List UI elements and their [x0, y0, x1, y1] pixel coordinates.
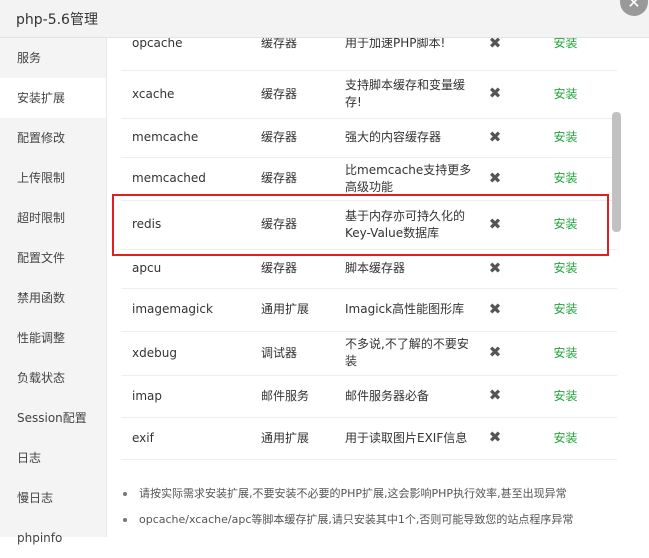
sidebar-item-service[interactable]: 服务	[0, 38, 106, 78]
sidebar-item-load-status[interactable]: 负载状态	[0, 358, 106, 398]
sidebar-item-disabled-functions[interactable]: 禁用函数	[0, 278, 106, 318]
sidebar-item-config-edit[interactable]: 配置修改	[0, 118, 106, 158]
table-row: apcu 缓存器 脚本缓存器 ✖ 安装	[121, 249, 617, 289]
extension-name: opcache	[121, 38, 250, 71]
extension-description: Imagick高性能图形库	[334, 288, 476, 332]
extension-type: 通用扩展	[250, 417, 334, 460]
sidebar-item-slow-log[interactable]: 慢日志	[0, 478, 106, 518]
table-row: exif 通用扩展 用于读取图片EXIF信息 ✖ 安装	[121, 417, 617, 460]
table-row: xdebug 调试器 不多说,不了解的不要安装 ✖ 安装	[121, 331, 617, 376]
extension-type: 缓存器	[250, 200, 334, 250]
extension-description: 邮件服务器必备	[334, 375, 476, 418]
install-button[interactable]: 安装	[553, 389, 577, 403]
extension-name: xdebug	[121, 331, 250, 376]
sidebar-item-config-file[interactable]: 配置文件	[0, 238, 106, 278]
extension-description	[334, 459, 476, 470]
extension-type: 邮件服务	[250, 375, 334, 418]
extension-description: 不多说,不了解的不要安装	[334, 331, 476, 376]
not-installed-icon: ✖	[488, 299, 502, 318]
extension-description: 强大的内容缓存器	[334, 118, 476, 158]
sidebar-item-log[interactable]: 日志	[0, 438, 106, 478]
window-title: php-5.6管理	[16, 12, 98, 28]
extension-name	[121, 459, 250, 470]
table-row: redis 缓存器 基于内存亦可持久化的Key-Value数据库 ✖ 安装	[121, 200, 617, 250]
main-content: opcache 缓存器 用于加速PHP脚本! ✖ 安装 xcache 缓存器 支…	[107, 38, 649, 537]
not-installed-icon: ✖	[488, 214, 502, 233]
extension-name: imagemagick	[121, 288, 250, 332]
extension-name: apcu	[121, 249, 250, 289]
not-installed-icon: ✖	[488, 168, 502, 187]
extension-type: 缓存器	[250, 249, 334, 289]
extension-type: 缓存器	[250, 118, 334, 158]
extension-name: redis	[121, 200, 250, 250]
not-installed-icon: ✖	[488, 127, 502, 146]
not-installed-icon: ✖	[488, 428, 502, 446]
extension-description: 基于内存亦可持久化的Key-Value数据库	[334, 200, 476, 250]
extension-name: xcache	[121, 70, 250, 119]
sidebar-item-session-config[interactable]: Session配置	[0, 398, 106, 438]
extension-description: 用于加速PHP脚本!	[334, 38, 476, 71]
extension-type: 调试器	[250, 331, 334, 376]
sidebar-item-timeout-limit[interactable]: 超时限制	[0, 198, 106, 238]
extension-name: memcached	[121, 157, 250, 201]
bullet-icon	[123, 492, 127, 496]
not-installed-icon: ✖	[488, 386, 502, 404]
extension-type: 通用扩展	[250, 288, 334, 332]
sidebar-item-upload-limit[interactable]: 上传限制	[0, 158, 106, 198]
install-button[interactable]: 安装	[553, 346, 577, 360]
install-button[interactable]: 安装	[553, 302, 577, 316]
extension-type: 缓存器	[250, 38, 334, 71]
sidebar: 服务 安装扩展 配置修改 上传限制 超时限制 配置文件 禁用函数 性能调整 负载…	[0, 38, 107, 545]
install-button[interactable]: 安装	[553, 130, 577, 144]
table-row: opcache 缓存器 用于加速PHP脚本! ✖ 安装	[121, 38, 617, 71]
install-button[interactable]: 安装	[553, 38, 577, 50]
help-notes: 请按实际需求安装扩展,不要安装不必要的PHP扩展,这会影响PHP执行效率,甚至出…	[121, 486, 621, 538]
extension-name: imap	[121, 375, 250, 418]
table-row: imagemagick 通用扩展 Imagick高性能图形库 ✖ 安装	[121, 288, 617, 332]
table-row: memcache 缓存器 强大的内容缓存器 ✖ 安装	[121, 118, 617, 158]
extension-type: 缓存器	[250, 70, 334, 119]
not-installed-icon: ✖	[488, 84, 502, 102]
sidebar-item-install-extensions[interactable]: 安装扩展	[0, 78, 106, 118]
extension-name: exif	[121, 417, 250, 460]
extension-type: 缓存器	[250, 157, 334, 201]
not-installed-icon: ✖	[488, 343, 502, 361]
install-button[interactable]: 安装	[553, 171, 577, 185]
extensions-table: opcache 缓存器 用于加速PHP脚本! ✖ 安装 xcache 缓存器 支…	[121, 38, 617, 470]
extension-type	[250, 459, 334, 470]
install-button[interactable]: 安装	[553, 217, 577, 231]
install-button[interactable]: 安装	[553, 431, 577, 445]
install-button[interactable]: 安装	[553, 87, 577, 101]
extensions-table-container[interactable]: opcache 缓存器 用于加速PHP脚本! ✖ 安装 xcache 缓存器 支…	[121, 38, 617, 470]
bullet-icon	[123, 518, 127, 522]
extension-description: 用于读取图片EXIF信息	[334, 417, 476, 460]
extension-description: 脚本缓存器	[334, 249, 476, 289]
title-bar: php-5.6管理	[0, 0, 649, 38]
table-row: imap 邮件服务 邮件服务器必备 ✖ 安装	[121, 375, 617, 418]
table-scrollbar[interactable]	[612, 112, 621, 232]
not-installed-icon: ✖	[488, 38, 502, 52]
sidebar-item-phpinfo[interactable]: phpinfo	[0, 518, 106, 558]
not-installed-icon: ✖	[488, 258, 502, 277]
table-row	[121, 459, 617, 470]
sidebar-item-performance[interactable]: 性能调整	[0, 318, 106, 358]
extension-description: 比memcache支持更多高级功能	[334, 157, 476, 201]
table-row: memcached 缓存器 比memcache支持更多高级功能 ✖ 安装	[121, 157, 617, 201]
extension-description: 支持脚本缓存和变量缓存!	[334, 70, 476, 119]
install-button[interactable]: 安装	[553, 261, 577, 275]
table-row: xcache 缓存器 支持脚本缓存和变量缓存! ✖ 安装	[121, 70, 617, 119]
extension-name: memcache	[121, 118, 250, 158]
note-item: 请按实际需求安装扩展,不要安装不必要的PHP扩展,这会影响PHP执行效率,甚至出…	[121, 486, 621, 512]
note-item: opcache/xcache/apc等脚本缓存扩展,请只安装其中1个,否则可能导…	[121, 512, 621, 538]
